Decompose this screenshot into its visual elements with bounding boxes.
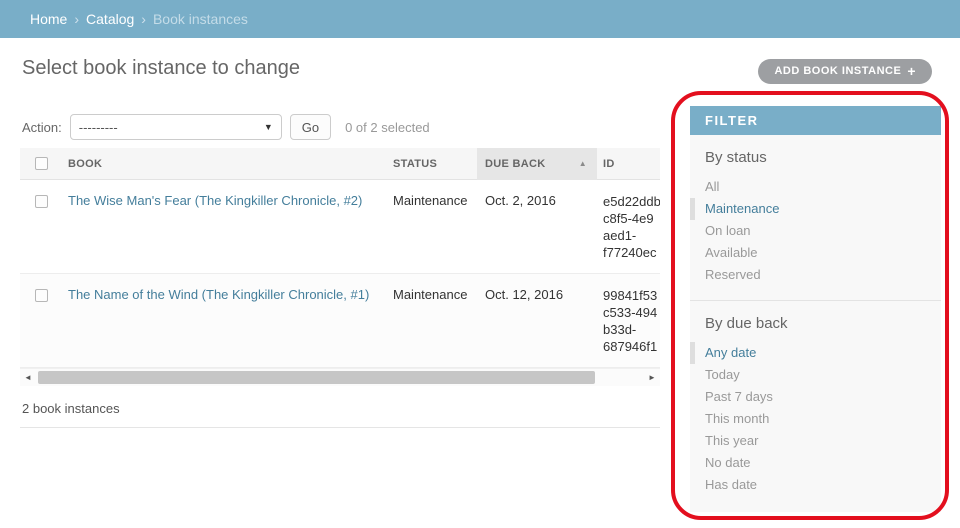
id-line: f77240ec: [603, 244, 660, 261]
filter-option-has-date[interactable]: Has date: [690, 474, 941, 496]
selection-count: 0 of 2 selected: [345, 120, 430, 135]
filter-option-today[interactable]: Today: [690, 364, 941, 386]
filter-option-label[interactable]: Any date: [705, 345, 756, 360]
book-link[interactable]: The Name of the Wind (The Kingkiller Chr…: [68, 287, 369, 302]
row-checkbox[interactable]: [35, 195, 48, 208]
filter-heading: By status: [690, 135, 941, 176]
filter-option-any-date[interactable]: Any date: [690, 342, 941, 364]
id-line: e5d22ddb: [603, 193, 660, 210]
table-header-row: BOOK STATUS DUE BACK ▲ ID: [20, 148, 660, 180]
filter-option-label[interactable]: This month: [705, 411, 769, 426]
select-all-checkbox[interactable]: [35, 157, 48, 170]
id-cell: 99841f53 c533-494 b33d- 687946f1: [597, 287, 660, 355]
plus-icon: +: [907, 59, 916, 84]
filter-option-maintenance[interactable]: Maintenance: [690, 198, 941, 220]
filter-option-this-month[interactable]: This month: [690, 408, 941, 430]
action-bar: Action: --------- ▼ Go 0 of 2 selected: [22, 114, 430, 140]
breadcrumb-separator: ›: [141, 11, 146, 27]
id-line: b33d-: [603, 321, 660, 338]
filter-option-label[interactable]: On loan: [705, 223, 751, 238]
filter-option-label[interactable]: Today: [705, 367, 740, 382]
filter-option-label[interactable]: All: [705, 179, 719, 194]
add-book-instance-button[interactable]: ADD BOOK INSTANCE +: [758, 59, 932, 84]
filter-option-label[interactable]: No date: [705, 455, 751, 470]
filter-option-this-year[interactable]: This year: [690, 430, 941, 452]
action-label: Action:: [22, 120, 62, 135]
table-row: The Name of the Wind (The Kingkiller Chr…: [20, 274, 660, 368]
breadcrumb-separator: ›: [74, 11, 79, 27]
chevron-down-icon: ▼: [264, 122, 273, 132]
scroll-left-icon[interactable]: ◄: [20, 369, 36, 386]
id-line: 687946f1: [603, 338, 660, 355]
column-header-status[interactable]: STATUS: [385, 158, 477, 170]
row-checkbox[interactable]: [35, 289, 48, 302]
filter-option-reserved[interactable]: Reserved: [690, 264, 941, 286]
filter-option-label[interactable]: Past 7 days: [705, 389, 773, 404]
action-select[interactable]: --------- ▼: [70, 114, 282, 140]
horizontal-scrollbar[interactable]: ◄ ►: [20, 368, 660, 386]
divider: [20, 427, 660, 428]
due-back-cell: Oct. 2, 2016: [477, 193, 597, 208]
page-title: Select book instance to change: [22, 57, 300, 80]
column-header-due-back[interactable]: DUE BACK ▲: [477, 148, 597, 180]
id-line: c533-494: [603, 304, 660, 321]
filter-option-label[interactable]: Available: [705, 245, 758, 260]
filter-option-label[interactable]: Has date: [705, 477, 757, 492]
scroll-right-icon[interactable]: ►: [644, 369, 660, 386]
filter-option-label[interactable]: Maintenance: [705, 201, 779, 216]
table-row: The Wise Man's Fear (The Kingkiller Chro…: [20, 180, 660, 274]
go-button[interactable]: Go: [290, 114, 331, 140]
id-line: c8f5-4e9: [603, 210, 660, 227]
filter-option-on-loan[interactable]: On loan: [690, 220, 941, 242]
filter-option-available[interactable]: Available: [690, 242, 941, 264]
filter-option-past-7-days[interactable]: Past 7 days: [690, 386, 941, 408]
filter-option-all[interactable]: All: [690, 176, 941, 198]
book-link[interactable]: The Wise Man's Fear (The Kingkiller Chro…: [68, 193, 362, 208]
filter-option-no-date[interactable]: No date: [690, 452, 941, 474]
filter-panel-title: FILTER: [690, 106, 941, 135]
result-count: 2 book instances: [20, 401, 660, 416]
column-header-id[interactable]: ID: [597, 158, 660, 170]
filter-option-label[interactable]: Reserved: [705, 267, 761, 282]
filter-section-by-status: By status All Maintenance On loan Availa…: [690, 135, 941, 300]
id-line: aed1-: [603, 227, 660, 244]
id-cell: e5d22ddb c8f5-4e9 aed1- f77240ec: [597, 193, 660, 261]
filter-heading: By due back: [690, 301, 941, 342]
breadcrumb-current: Book instances: [153, 11, 248, 27]
horizontal-scrollbar-thumb[interactable]: [38, 371, 595, 384]
column-header-book[interactable]: BOOK: [60, 158, 385, 170]
book-instance-table: BOOK STATUS DUE BACK ▲ ID The Wise Man's…: [20, 148, 660, 428]
column-header-due-back-label: DUE BACK: [485, 158, 545, 170]
breadcrumb-link-home[interactable]: Home: [30, 11, 67, 27]
breadcrumb-link-catalog[interactable]: Catalog: [86, 11, 134, 27]
filter-option-label[interactable]: This year: [705, 433, 758, 448]
action-select-value: ---------: [79, 120, 118, 135]
status-cell: Maintenance: [385, 193, 477, 208]
due-back-cell: Oct. 12, 2016: [477, 287, 597, 302]
id-line: 99841f53: [603, 287, 660, 304]
filter-panel: FILTER By status All Maintenance On loan…: [690, 106, 941, 512]
breadcrumb: Home › Catalog › Book instances: [0, 0, 960, 38]
status-cell: Maintenance: [385, 287, 477, 302]
sort-ascending-icon[interactable]: ▲: [579, 159, 587, 168]
add-button-label: ADD BOOK INSTANCE: [774, 59, 901, 84]
filter-section-by-due-back: By due back Any date Today Past 7 days T…: [690, 300, 941, 512]
